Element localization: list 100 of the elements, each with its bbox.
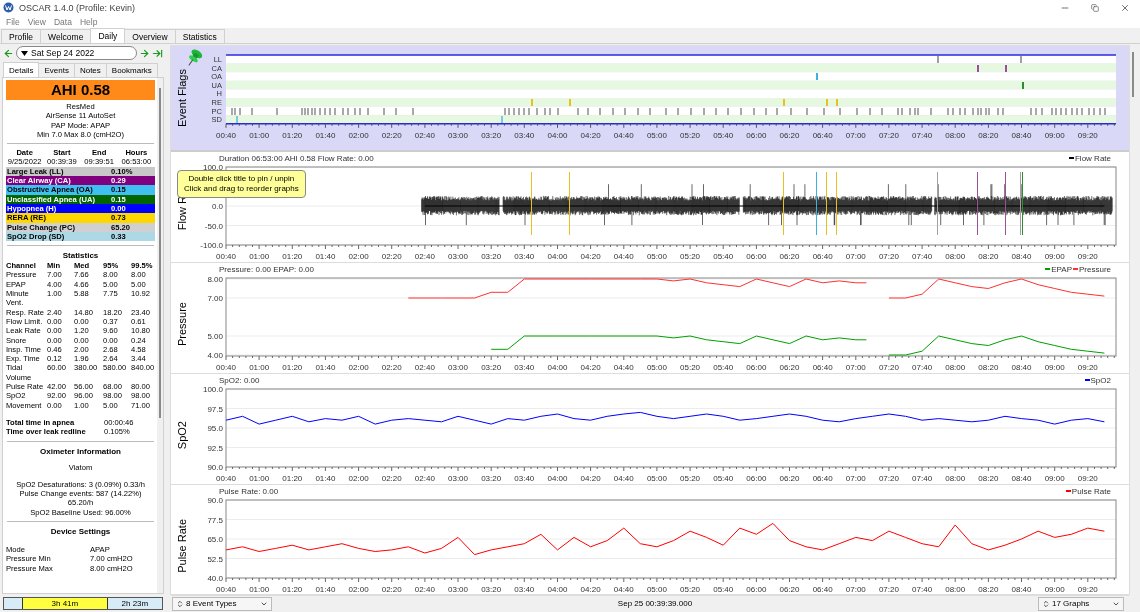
- graph-title[interactable]: Pressure: [176, 302, 188, 346]
- close-icon: [1120, 2, 1130, 13]
- x-tick-label: 07:20: [878, 130, 899, 140]
- x-tick-label: 08:00: [945, 252, 966, 261]
- x-tick-label: 03:00: [448, 363, 469, 372]
- x-tick-label: 09:20: [1077, 363, 1098, 372]
- scroll-thumb[interactable]: [159, 88, 161, 418]
- x-tick-label: 02:00: [348, 252, 369, 261]
- x-tick-label: 01:00: [249, 130, 270, 140]
- graphs-dropdown[interactable]: 17 Graphs: [1038, 596, 1124, 611]
- tab[interactable]: Bookmarks: [105, 63, 158, 77]
- session-segment[interactable]: 3h 41m: [22, 598, 107, 609]
- tab[interactable]: Profile: [1, 29, 42, 43]
- x-tick-label: 02:40: [414, 585, 435, 594]
- x-tick-label: 05:40: [713, 363, 734, 372]
- x-tick-label: 01:20: [282, 363, 303, 372]
- x-tick-label: 04:40: [613, 363, 634, 372]
- x-tick-label: 07:20: [878, 585, 899, 594]
- x-tick-label: 04:00: [547, 252, 568, 261]
- ahi-banner: AHI 0.58: [6, 80, 155, 100]
- last-day-icon[interactable]: [152, 47, 163, 59]
- x-tick-label: 02:00: [348, 130, 369, 140]
- x-tick-label: 06:40: [812, 252, 833, 261]
- x-tick-label: 01:40: [315, 585, 336, 594]
- x-tick-label: 03:00: [448, 474, 469, 483]
- x-tick-label: 02:00: [348, 363, 369, 372]
- x-tick-label: 05:40: [713, 130, 734, 140]
- x-tick-label: 02:20: [381, 474, 402, 483]
- tab[interactable]: Details: [3, 62, 40, 77]
- graph-title[interactable]: Event Flags: [176, 68, 188, 128]
- x-tick-label: 05:20: [680, 363, 701, 372]
- x-tick-label: 05:20: [680, 474, 701, 483]
- x-tick-label: 04:00: [547, 363, 568, 372]
- x-tick-label: 06:00: [746, 252, 767, 261]
- x-tick-label: 05:20: [680, 585, 701, 594]
- menu-item[interactable]: Help: [75, 15, 102, 28]
- x-tick-label: 09:20: [1077, 252, 1098, 261]
- x-tick-label: 03:00: [448, 130, 469, 140]
- x-tick-label: 02:00: [348, 474, 369, 483]
- x-tick-label: 04:00: [547, 130, 568, 140]
- x-tick-label: 08:40: [1011, 363, 1032, 372]
- x-tick-label: 02:00: [348, 585, 369, 594]
- scroll-thumb[interactable]: [1132, 52, 1134, 97]
- menu-item[interactable]: Data: [50, 15, 76, 28]
- spinner-icon: [176, 599, 184, 608]
- tab[interactable]: Statistics: [174, 29, 225, 43]
- x-tick-label: 01:20: [282, 130, 303, 140]
- x-tick-label: 03:40: [514, 130, 535, 140]
- x-tick-label: 04:20: [580, 474, 601, 483]
- event-types-dropdown[interactable]: 8 Event Types: [172, 596, 272, 611]
- x-tick-label: 05:40: [713, 474, 734, 483]
- graph-title[interactable]: SpO2: [176, 420, 188, 450]
- x-tick-label: 04:00: [547, 585, 568, 594]
- x-tick-label: 06:40: [812, 363, 833, 372]
- next-day-icon[interactable]: [139, 47, 150, 59]
- x-tick-label: 03:40: [514, 585, 535, 594]
- tab[interactable]: Welcome: [40, 29, 92, 43]
- x-tick-label: 03:20: [481, 130, 502, 140]
- x-tick-label: 07:00: [845, 363, 866, 372]
- x-tick-label: 07:40: [912, 130, 933, 140]
- date-picker[interactable]: Sat Sep 24 2022: [16, 46, 137, 60]
- x-tick-label: 04:20: [580, 363, 601, 372]
- scrollbar[interactable]: [157, 78, 163, 593]
- x-tick-label: 01:40: [315, 130, 336, 140]
- x-tick-label: 04:40: [613, 585, 634, 594]
- x-tick-label: 01:20: [282, 585, 303, 594]
- x-tick-label: 06:20: [779, 363, 800, 372]
- x-tick-label: 04:00: [547, 474, 568, 483]
- x-tick-label: 04:40: [613, 252, 634, 261]
- x-tick-label: 03:00: [448, 252, 469, 261]
- y-tick-label: 52.5: [207, 554, 223, 564]
- x-tick-label: 03:40: [514, 474, 535, 483]
- menu-item[interactable]: View: [23, 15, 50, 28]
- x-tick-label: 06:40: [812, 474, 833, 483]
- menu-item[interactable]: File: [2, 15, 24, 28]
- y-tick-label: 97.5: [207, 404, 223, 414]
- y-tick-label: 4.00: [207, 351, 223, 361]
- x-tick-label: 07:00: [845, 585, 866, 594]
- x-tick-label: 02:20: [381, 585, 402, 594]
- section-title: Device Settings: [49, 526, 112, 537]
- x-tick-label: 04:20: [580, 130, 601, 140]
- x-tick-label: 05:20: [680, 130, 701, 140]
- x-tick-label: 01:00: [249, 585, 270, 594]
- y-tick-label: 95.0: [207, 424, 223, 433]
- x-tick-label: 08:00: [945, 130, 966, 140]
- legend-item: EPAP: [1045, 264, 1072, 274]
- x-tick-label: 01:00: [249, 252, 270, 261]
- x-tick-label: 01:00: [249, 474, 270, 483]
- x-tick-label: 08:40: [1011, 252, 1032, 261]
- tab[interactable]: Overview: [124, 29, 176, 43]
- x-tick-label: 07:00: [845, 474, 866, 483]
- graph-title[interactable]: Pulse Rate: [176, 519, 188, 573]
- y-tick-label: 5.00: [207, 332, 223, 341]
- x-tick-label: 02:20: [381, 130, 402, 140]
- x-tick-label: 03:20: [481, 585, 502, 594]
- y-tick-label: 8.00: [207, 275, 223, 284]
- x-tick-label: 08:40: [1011, 130, 1032, 140]
- x-tick-label: 05:40: [713, 585, 734, 594]
- previous-day-icon[interactable]: [3, 47, 14, 59]
- tab[interactable]: Daily: [90, 28, 126, 43]
